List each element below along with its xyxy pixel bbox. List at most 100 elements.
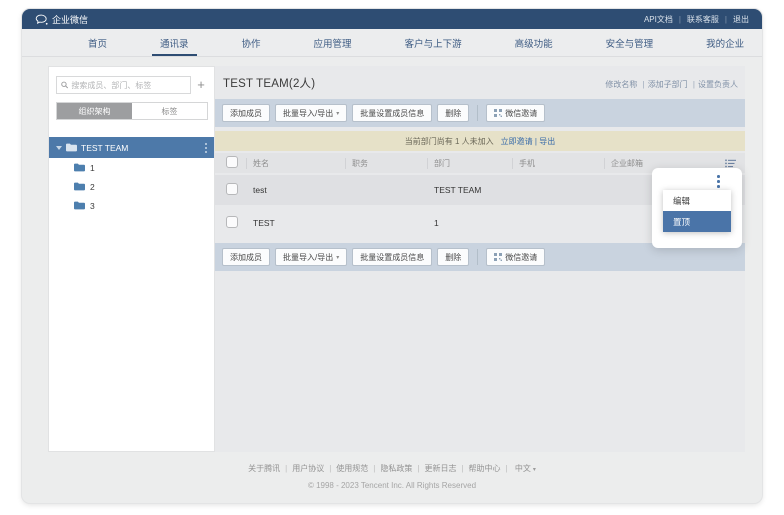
menu-item-edit[interactable]: 编辑	[663, 190, 731, 211]
qr-code-icon	[494, 253, 502, 261]
batch-import-export-button[interactable]: 批量导入/导出 ▾	[275, 104, 347, 122]
invite-now-link[interactable]: 立即邀请	[501, 137, 533, 146]
app-window: 企业微信 API文档 联系客服 退出 首页 通讯录 协作 应用管理 客户与上下游…	[22, 9, 762, 503]
tree-root-label: TEST TEAM	[81, 143, 128, 153]
footer-link-privacy-policy[interactable]: 隐私政策	[368, 463, 412, 474]
col-name[interactable]: 姓名	[246, 158, 345, 169]
col-department[interactable]: 部门	[427, 158, 512, 169]
footer-link-about-tencent[interactable]: 关于腾讯	[248, 463, 280, 474]
cell-name: test	[246, 185, 345, 195]
caret-down-icon: ▾	[336, 110, 339, 117]
org-tree: TEST TEAM 1 2 3	[49, 137, 214, 215]
tree-root-test-team[interactable]: TEST TEAM	[49, 137, 214, 158]
footer-links: 关于腾讯 用户协议 使用规范 隐私政策 更新日志 帮助中心 中文▾	[248, 463, 536, 474]
department-actions: 修改名称 添加子部门 设置负责人	[605, 79, 738, 90]
menu-item-pin-top[interactable]: 置顶	[663, 211, 731, 232]
notice-links: 立即邀请 | 导出	[501, 136, 556, 147]
row-checkbox[interactable]	[226, 183, 238, 195]
qr-code-icon	[494, 109, 502, 117]
main-panel: TEST TEAM(2人) 修改名称 添加子部门 设置负责人 添加成员 批量导入…	[215, 66, 745, 452]
batch-set-info-button[interactable]: 批量设置成员信息	[352, 248, 432, 266]
searchbox[interactable]	[56, 76, 191, 94]
tab-org-structure[interactable]: 组织架构	[57, 103, 132, 119]
topbar-link-api-docs[interactable]: API文档	[644, 14, 673, 25]
footer: 关于腾讯 用户协议 使用规范 隐私政策 更新日志 帮助中心 中文▾ © 1998…	[22, 458, 762, 490]
cell-department: 1	[427, 218, 512, 228]
tree-item-label: 2	[90, 182, 95, 192]
add-member-button[interactable]: 添加成员	[222, 104, 270, 122]
row-checkbox[interactable]	[226, 216, 238, 228]
nav-tab-home[interactable]: 首页	[88, 29, 107, 56]
folder-icon	[74, 182, 85, 191]
rename-link[interactable]: 修改名称	[605, 80, 637, 89]
page-title: TEST TEAM(2人)	[223, 75, 315, 91]
column-settings-icon[interactable]	[719, 159, 745, 168]
tree-item-1[interactable]: 1	[49, 158, 214, 177]
tab-labels[interactable]: 标签	[132, 103, 207, 119]
nav-tab-customers[interactable]: 客户与上下游	[405, 29, 462, 56]
caret-down-icon: ▾	[336, 254, 339, 261]
cell-department: TEST TEAM	[427, 185, 512, 195]
nav-tab-security-management[interactable]: 安全与管理	[606, 29, 654, 56]
tree-item-label: 1	[90, 163, 95, 173]
footer-link-changelog[interactable]: 更新日志	[412, 463, 456, 474]
tree-item-label: 3	[90, 201, 95, 211]
batch-set-info-button[interactable]: 批量设置成员信息	[352, 104, 432, 122]
topbar-link-logout[interactable]: 退出	[719, 14, 749, 25]
add-department-button[interactable]: +	[194, 76, 208, 94]
caret-down-icon: ▾	[533, 467, 536, 473]
tree-item-2[interactable]: 2	[49, 177, 214, 196]
toolbar-divider	[477, 105, 478, 121]
folder-icon	[66, 143, 77, 152]
toolbar-divider	[477, 249, 478, 265]
delete-button[interactable]: 删除	[437, 104, 469, 122]
wechat-invite-label: 微信邀请	[505, 252, 537, 263]
wechat-invite-button[interactable]: 微信邀请	[486, 248, 545, 266]
tree-root-more-icon[interactable]	[205, 143, 207, 153]
copyright: © 1998 - 2023 Tencent Inc. All Rights Re…	[22, 481, 762, 490]
col-email[interactable]: 企业邮箱	[604, 158, 719, 169]
batch-import-export-label: 批量导入/导出	[283, 108, 333, 119]
footer-link-user-agreement[interactable]: 用户协议	[280, 463, 324, 474]
nav-tab-my-enterprise[interactable]: 我的企业	[706, 29, 744, 56]
add-member-button[interactable]: 添加成员	[222, 248, 270, 266]
wechat-invite-button[interactable]: 微信邀请	[486, 104, 545, 122]
nav-tab-app-management[interactable]: 应用管理	[314, 29, 352, 56]
cell-name: TEST	[246, 218, 345, 228]
export-link[interactable]: 导出	[539, 137, 555, 146]
folder-icon	[74, 163, 85, 172]
batch-import-export-button[interactable]: 批量导入/导出 ▾	[275, 248, 347, 266]
set-leader-link[interactable]: 设置负责人	[690, 80, 738, 89]
nav-tab-contacts[interactable]: 通讯录	[160, 29, 189, 56]
caret-down-icon[interactable]	[56, 146, 62, 150]
search-input[interactable]	[71, 81, 186, 90]
notice-text: 当前部门尚有 1 人未加入	[405, 136, 494, 147]
delete-button[interactable]: 删除	[437, 248, 469, 266]
search-icon	[61, 81, 68, 89]
chat-bubble-icon	[35, 14, 48, 25]
search-row: +	[56, 76, 208, 94]
main-nav: 首页 通讯录 协作 应用管理 客户与上下游 高级功能 安全与管理 我的企业	[22, 29, 762, 57]
nav-tab-advanced-features[interactable]: 高级功能	[515, 29, 553, 56]
row-context-menu: 编辑 置顶	[663, 190, 731, 232]
topbar-links: API文档 联系客服 退出	[644, 14, 749, 25]
notice-separator: |	[535, 137, 537, 146]
footer-language-select[interactable]: 中文▾	[501, 463, 536, 474]
footer-link-usage-rules[interactable]: 使用规范	[324, 463, 368, 474]
row-more-icon[interactable]	[717, 175, 720, 188]
topbar-link-contact-support[interactable]: 联系客服	[673, 14, 719, 25]
add-sub-department-link[interactable]: 添加子部门	[640, 80, 688, 89]
footer-link-help-center[interactable]: 帮助中心	[456, 463, 500, 474]
toolbar-top: 添加成员 批量导入/导出 ▾ 批量设置成员信息 删除 微信邀请	[215, 99, 745, 127]
col-phone[interactable]: 手机	[512, 158, 604, 169]
col-title[interactable]: 职务	[345, 158, 427, 169]
footer-language-label: 中文	[515, 464, 531, 473]
topbar: 企业微信 API文档 联系客服 退出	[22, 9, 762, 29]
logo[interactable]: 企业微信	[35, 13, 88, 26]
tree-item-3[interactable]: 3	[49, 196, 214, 215]
nav-tab-collaboration[interactable]: 协作	[242, 29, 261, 56]
sidebar-tabs: 组织架构 标签	[56, 102, 208, 120]
select-all-checkbox[interactable]	[226, 156, 238, 168]
main-header: TEST TEAM(2人) 修改名称 添加子部门 设置负责人	[215, 66, 745, 91]
logo-text: 企业微信	[52, 13, 88, 26]
